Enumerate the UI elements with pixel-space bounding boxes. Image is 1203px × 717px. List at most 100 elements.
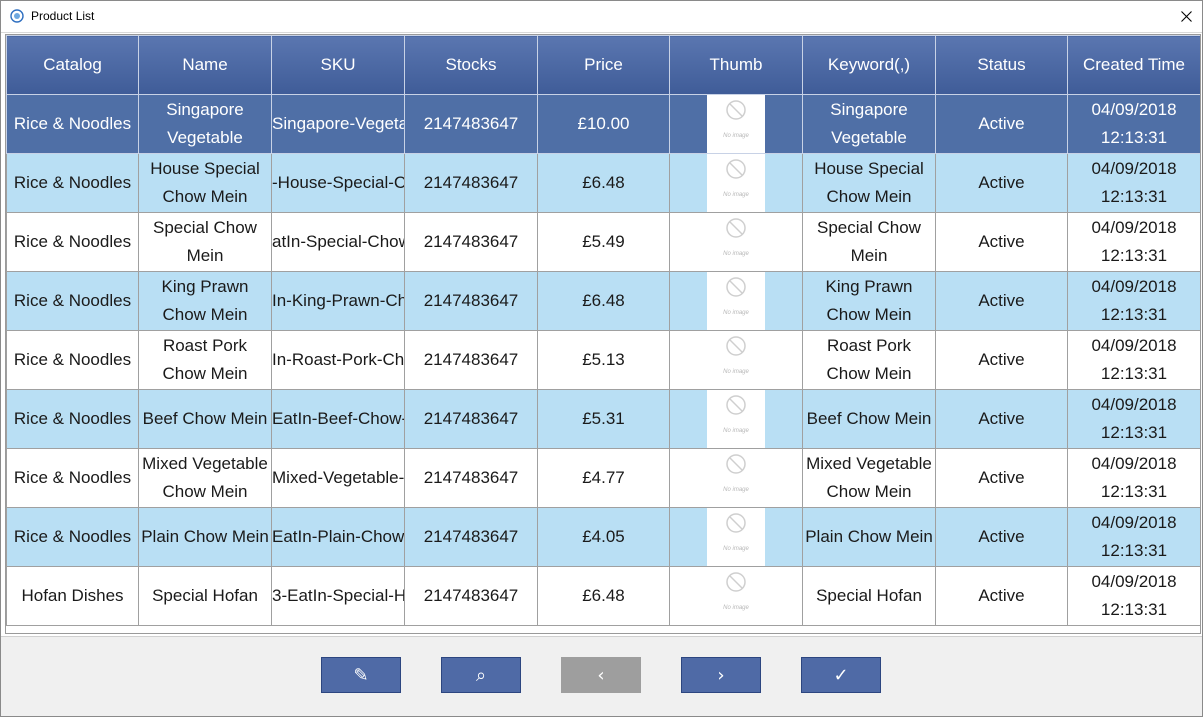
- cell-thumb: No image: [669, 271, 803, 331]
- cell-stocks: 2147483647: [404, 389, 538, 449]
- cell-stocks: 2147483647: [404, 448, 538, 508]
- table-row[interactable]: Rice & Noodles Mixed Vegetable Chow Mein M…: [6, 448, 1200, 508]
- created-time: 12:13:31: [1100, 187, 1168, 206]
- thumbnail-placeholder: No image: [707, 154, 765, 212]
- cell-sku: 3-EatIn-Special-Hofa: [271, 566, 405, 626]
- product-table: Catalog Name SKU Stocks Price Thumb Keyw…: [6, 35, 1200, 626]
- table-row[interactable]: Rice & Noodles Special Chow Mein atIn-Spec…: [6, 212, 1200, 272]
- cell-created-time: 04/09/2018 12:13:31: [1067, 94, 1200, 154]
- cell-created-time: 04/09/2018 12:13:31: [1067, 330, 1200, 390]
- table-row[interactable]: Hofan Dishes Special Hofan 3-EatIn-Special…: [6, 566, 1200, 626]
- thumbnail-placeholder: No image: [707, 508, 765, 566]
- cell-catalog: Rice & Noodles: [6, 507, 139, 567]
- title-bar: Product List: [1, 1, 1202, 33]
- no-image-icon: [726, 394, 746, 415]
- no-image-label: No image: [723, 309, 749, 316]
- confirm-button[interactable]: ✓: [801, 657, 881, 693]
- no-image-label: No image: [723, 486, 749, 493]
- column-header-stocks[interactable]: Stocks: [404, 35, 538, 95]
- cell-name: House Special Chow Mein: [138, 153, 272, 213]
- cell-price: £4.77: [537, 448, 670, 508]
- table-row[interactable]: Rice & Noodles Plain Chow Mein EatIn-Plain…: [6, 507, 1200, 567]
- column-header-thumb[interactable]: Thumb: [669, 35, 803, 95]
- search-button[interactable]: ⌕: [441, 657, 521, 693]
- table-row[interactable]: Rice & Noodles Roast Pork Chow Mein In-Roa…: [6, 330, 1200, 390]
- product-grid[interactable]: Catalog Name SKU Stocks Price Thumb Keyw…: [5, 34, 1201, 634]
- column-header-price[interactable]: Price: [537, 35, 670, 95]
- cell-keyword: Singapore Vegetable: [802, 94, 936, 154]
- cell-stocks: 2147483647: [404, 212, 538, 272]
- created-date: 04/09/2018: [1091, 277, 1177, 296]
- created-time: 12:13:31: [1100, 541, 1168, 560]
- close-button[interactable]: [1170, 1, 1202, 32]
- product-list-window: Product List Catalog Name SKU Stocks Pri…: [0, 0, 1203, 717]
- edit-button[interactable]: ✎: [321, 657, 401, 693]
- cell-status: Active: [935, 566, 1068, 626]
- no-image-icon: [726, 571, 746, 592]
- cell-sku: Singapore-Vegetable: [271, 94, 405, 154]
- table-row[interactable]: Rice & Noodles House Special Chow Mein -Ho…: [6, 153, 1200, 213]
- cell-name: Mixed Vegetable Chow Mein: [138, 448, 272, 508]
- table-row[interactable]: Rice & Noodles Beef Chow Mein EatIn-Beef-C…: [6, 389, 1200, 449]
- created-date: 04/09/2018: [1091, 395, 1177, 414]
- cell-keyword: Plain Chow Mein: [802, 507, 936, 567]
- created-date: 04/09/2018: [1091, 218, 1177, 237]
- sku-text: EatIn-Beef-Chow-M: [272, 409, 404, 428]
- created-time: 12:13:31: [1100, 246, 1168, 265]
- created-time: 12:13:31: [1100, 600, 1168, 619]
- cell-keyword: King Prawn Chow Mein: [802, 271, 936, 331]
- column-header-name[interactable]: Name: [138, 35, 272, 95]
- cell-catalog: Rice & Noodles: [6, 271, 139, 331]
- cell-price: £5.49: [537, 212, 670, 272]
- thumbnail-placeholder: No image: [707, 213, 765, 271]
- column-header-status[interactable]: Status: [935, 35, 1068, 95]
- column-header-created-time[interactable]: Created Time: [1067, 35, 1200, 95]
- next-page-button[interactable]: ›: [681, 657, 761, 693]
- cell-catalog: Rice & Noodles: [6, 212, 139, 272]
- table-row[interactable]: Rice & Noodles King Prawn Chow Mein In-Kin…: [6, 271, 1200, 331]
- cell-status: Active: [935, 94, 1068, 154]
- no-image-label: No image: [723, 604, 749, 611]
- cell-thumb: No image: [669, 94, 803, 154]
- cell-stocks: 2147483647: [404, 271, 538, 331]
- previous-page-button[interactable]: ‹: [561, 657, 641, 693]
- column-header-sku[interactable]: SKU: [271, 35, 405, 95]
- cell-sku: atIn-Special-Chow-M: [271, 212, 405, 272]
- column-header-catalog[interactable]: Catalog: [6, 35, 139, 95]
- no-image-icon: [726, 453, 746, 474]
- cell-name: Singapore Vegetable: [138, 94, 272, 154]
- created-date: 04/09/2018: [1091, 100, 1177, 119]
- cell-created-time: 04/09/2018 12:13:31: [1067, 566, 1200, 626]
- cell-thumb: No image: [669, 566, 803, 626]
- no-image-label: No image: [723, 191, 749, 198]
- no-image-icon: [726, 276, 746, 297]
- cell-created-time: 04/09/2018 12:13:31: [1067, 507, 1200, 567]
- cell-sku: -House-Special-Cho: [271, 153, 405, 213]
- cell-price: £4.05: [537, 507, 670, 567]
- no-image-icon: [726, 217, 746, 238]
- created-time: 12:13:31: [1100, 482, 1168, 501]
- cell-name: King Prawn Chow Mein: [138, 271, 272, 331]
- edit-icon: ✎: [353, 664, 369, 686]
- sku-text: atIn-Special-Chow-M: [272, 232, 404, 251]
- cell-thumb: No image: [669, 507, 803, 567]
- cell-keyword: Special Hofan: [802, 566, 936, 626]
- column-header-keyword[interactable]: Keyword(,): [802, 35, 936, 95]
- cell-sku: EatIn-Beef-Chow-M: [271, 389, 405, 449]
- search-icon: ⌕: [475, 664, 487, 686]
- app-icon: [10, 9, 24, 23]
- table-body: Rice & Noodles Singapore Vegetable Singapo…: [6, 94, 1200, 626]
- cell-catalog: Rice & Noodles: [6, 389, 139, 449]
- sku-text: Mixed-Vegetable-Ch: [272, 468, 405, 487]
- no-image-label: No image: [723, 427, 749, 434]
- cell-created-time: 04/09/2018 12:13:31: [1067, 271, 1200, 331]
- cell-created-time: 04/09/2018 12:13:31: [1067, 389, 1200, 449]
- chevron-right-icon: ›: [717, 664, 725, 686]
- no-image-label: No image: [723, 132, 749, 139]
- cell-status: Active: [935, 507, 1068, 567]
- no-image-icon: [726, 99, 746, 120]
- table-row[interactable]: Rice & Noodles Singapore Vegetable Singapo…: [6, 94, 1200, 154]
- sku-text: Singapore-Vegetable: [272, 114, 404, 133]
- cell-thumb: No image: [669, 389, 803, 449]
- cell-sku: In-Roast-Pork-Chow: [271, 330, 405, 390]
